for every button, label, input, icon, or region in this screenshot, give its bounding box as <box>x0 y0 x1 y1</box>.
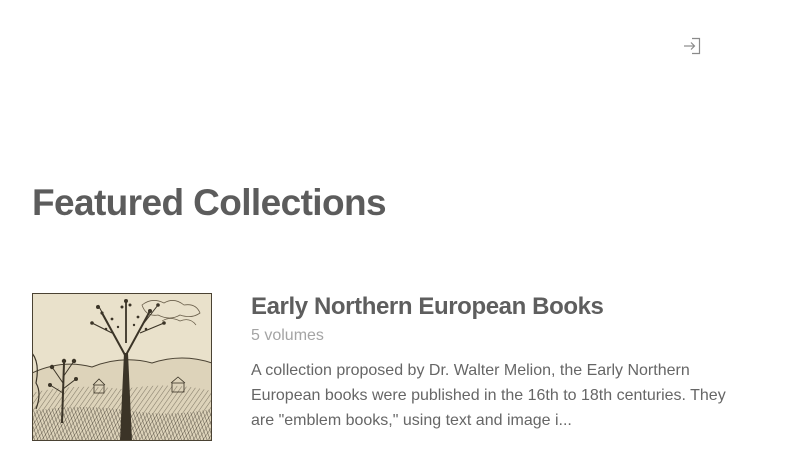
collection-thumbnail[interactable] <box>32 293 212 441</box>
sign-in-icon <box>684 37 701 55</box>
collection-volume-count: 5 volumes <box>251 327 324 344</box>
collection-card[interactable]: Early Northern European Books 5 volumes … <box>32 293 772 443</box>
woodcut-thumbnail-image <box>32 293 212 441</box>
login-button[interactable] <box>680 34 704 58</box>
page: Featured Collections Early Northern Euro… <box>0 0 804 476</box>
collection-description: A collection proposed by Dr. Walter Meli… <box>251 362 726 429</box>
section-title: Featured Collections <box>32 182 387 223</box>
collection-title[interactable]: Early Northern European Books <box>251 293 604 321</box>
